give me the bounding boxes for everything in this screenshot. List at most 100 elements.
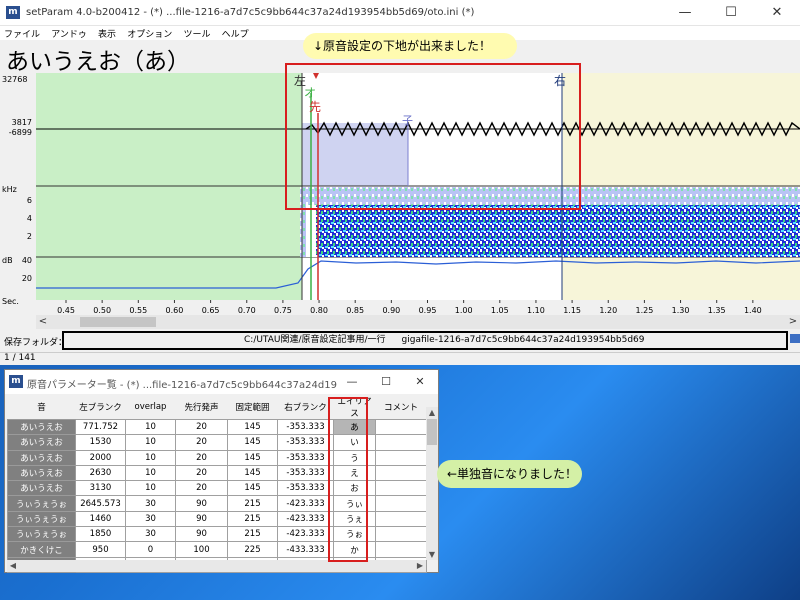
table-cell[interactable]: -353.333 xyxy=(277,449,334,466)
table-row[interactable]: あいうえお 771.752 10 20 145 -353.333 あ xyxy=(7,418,427,436)
table-cell[interactable]: -353.333 xyxy=(277,464,334,482)
scroll-left-arrow-icon[interactable]: < xyxy=(36,315,50,329)
table-cell[interactable]: 100 xyxy=(175,541,228,558)
row-header-cell[interactable]: あいうえお xyxy=(7,418,76,436)
menu-undo[interactable]: アンドゥ xyxy=(47,26,91,40)
table-cell[interactable]: 30 xyxy=(125,510,176,528)
table-cell[interactable]: 10 xyxy=(125,449,176,466)
table-cell[interactable] xyxy=(375,434,427,451)
table-cell[interactable]: う xyxy=(333,449,376,466)
row-header-cell[interactable]: うぃうぇうぉ xyxy=(7,495,76,512)
row-header-cell[interactable]: うぃうぇうぉ xyxy=(7,510,76,528)
table-cell[interactable]: うぇ xyxy=(333,510,376,528)
table-cell[interactable]: 3130 xyxy=(75,480,126,497)
table-cell[interactable]: 20 xyxy=(175,434,228,451)
menu-view[interactable]: 表示 xyxy=(94,26,120,40)
list-minimize-button[interactable]: — xyxy=(335,370,369,394)
table-cell[interactable]: 90 xyxy=(175,495,228,512)
table-cell[interactable] xyxy=(375,526,427,543)
scroll-right-arrow-icon[interactable]: ▶ xyxy=(414,560,426,572)
table-cell[interactable]: 215 xyxy=(227,510,278,528)
row-header-cell[interactable]: あいうえお xyxy=(7,480,76,497)
table-cell[interactable]: 20 xyxy=(175,418,228,436)
maximize-button[interactable]: ☐ xyxy=(708,0,754,26)
waveform-canvas[interactable]: 左 オ 先 子 右 0.45 0.50 0.55 0.60 0.65 0.70 0.75 0.… xyxy=(36,73,800,315)
column-header[interactable]: 固定範囲 xyxy=(227,395,278,420)
table-cell[interactable] xyxy=(375,541,427,558)
column-header[interactable]: 先行発声 xyxy=(175,395,228,420)
menu-options[interactable]: オプション xyxy=(123,26,176,40)
table-cell[interactable]: -423.333 xyxy=(277,526,334,543)
table-cell[interactable]: 90 xyxy=(175,526,228,543)
table-row[interactable]: かきくけこ 950 0 100 225 -433.333 か xyxy=(7,541,427,558)
table-cell[interactable]: 145 xyxy=(227,464,278,482)
table-cell[interactable]: 30 xyxy=(125,495,176,512)
table-cell[interactable]: 215 xyxy=(227,495,278,512)
scroll-down-arrow-icon[interactable]: ▼ xyxy=(426,549,438,560)
column-header[interactable]: 左ブランク xyxy=(75,395,126,420)
table-cell[interactable]: 771.752 xyxy=(75,418,126,436)
table-row[interactable]: うぃうぇうぉ 2645.573 30 90 215 -423.333 うぃ xyxy=(7,495,427,512)
row-header-cell[interactable]: かきくけこ xyxy=(7,541,76,558)
scroll-up-arrow-icon[interactable]: ▲ xyxy=(426,407,438,418)
horizontal-scrollbar[interactable]: < > xyxy=(36,315,800,329)
table-row[interactable]: あいうえお 1530 10 20 145 -353.333 い xyxy=(7,434,427,451)
table-cell[interactable]: 145 xyxy=(227,480,278,497)
table-cell[interactable]: 145 xyxy=(227,418,278,436)
list-vertical-scrollbar[interactable]: ▲ ▼ xyxy=(426,407,438,560)
row-header-cell[interactable]: あいうえお xyxy=(7,434,76,451)
table-cell[interactable]: -433.333 xyxy=(277,541,334,558)
table-cell[interactable] xyxy=(375,449,427,466)
table-cell[interactable]: い xyxy=(333,434,376,451)
table-cell[interactable]: 10 xyxy=(125,434,176,451)
table-cell[interactable]: 950 xyxy=(75,541,126,558)
table-cell[interactable]: 1530 xyxy=(75,434,126,451)
column-header[interactable]: エイリアス xyxy=(333,395,376,420)
table-cell[interactable]: お xyxy=(333,480,376,497)
menu-file[interactable]: ファイル xyxy=(0,26,44,40)
table-cell[interactable]: 10 xyxy=(125,418,176,436)
table-cell[interactable]: 1850 xyxy=(75,526,126,543)
menu-help[interactable]: ヘルプ xyxy=(218,26,253,40)
list-maximize-button[interactable]: ☐ xyxy=(369,370,403,394)
table-cell[interactable]: 0 xyxy=(125,541,176,558)
table-cell[interactable]: -423.333 xyxy=(277,495,334,512)
column-header[interactable]: コメント xyxy=(375,395,427,420)
table-cell[interactable]: 145 xyxy=(227,449,278,466)
table-cell[interactable] xyxy=(375,495,427,512)
list-horizontal-scrollbar[interactable]: ◀ ▶ xyxy=(7,560,426,572)
table-cell[interactable]: 2645.573 xyxy=(75,495,126,512)
minimize-button[interactable]: — xyxy=(662,0,708,26)
scroll-left-arrow-icon[interactable]: ◀ xyxy=(7,560,19,572)
table-cell[interactable]: うぃ xyxy=(333,495,376,512)
table-row[interactable]: あいうえお 2630 10 20 145 -353.333 え xyxy=(7,464,427,482)
menu-tools[interactable]: ツール xyxy=(179,26,214,40)
table-row[interactable]: あいうえお 3130 10 20 145 -353.333 お xyxy=(7,480,427,497)
table-cell[interactable]: -423.333 xyxy=(277,510,334,528)
row-header-cell[interactable]: あいうえお xyxy=(7,464,76,482)
folder-icon[interactable] xyxy=(790,334,800,343)
table-cell[interactable]: うぉ xyxy=(333,526,376,543)
list-scroll-thumb[interactable] xyxy=(427,419,437,445)
row-header-cell[interactable]: うぃうぇうぉ xyxy=(7,526,76,543)
table-cell[interactable]: 1460 xyxy=(75,510,126,528)
table-cell[interactable]: 20 xyxy=(175,449,228,466)
table-cell[interactable]: 20 xyxy=(175,480,228,497)
table-cell[interactable]: か xyxy=(333,541,376,558)
table-cell[interactable]: 10 xyxy=(125,464,176,482)
table-cell[interactable]: -353.333 xyxy=(277,480,334,497)
column-header[interactable]: 音 xyxy=(7,395,76,420)
table-cell[interactable]: 215 xyxy=(227,526,278,543)
table-cell[interactable]: 90 xyxy=(175,510,228,528)
table-cell[interactable] xyxy=(375,510,427,528)
table-cell[interactable] xyxy=(375,480,427,497)
table-cell[interactable]: -353.333 xyxy=(277,434,334,451)
column-header[interactable]: overlap xyxy=(125,395,176,420)
table-cell[interactable] xyxy=(375,464,427,482)
table-cell[interactable]: え xyxy=(333,464,376,482)
save-folder-field[interactable]: C:/UTAU関連/原音設定記事用/一行 gigafile-1216-a7d7c5… xyxy=(62,331,788,350)
table-cell[interactable]: 145 xyxy=(227,434,278,451)
table-row[interactable]: あいうえお 2000 10 20 145 -353.333 う xyxy=(7,449,427,466)
table-cell[interactable]: 10 xyxy=(125,480,176,497)
table-cell[interactable]: 2630 xyxy=(75,464,126,482)
